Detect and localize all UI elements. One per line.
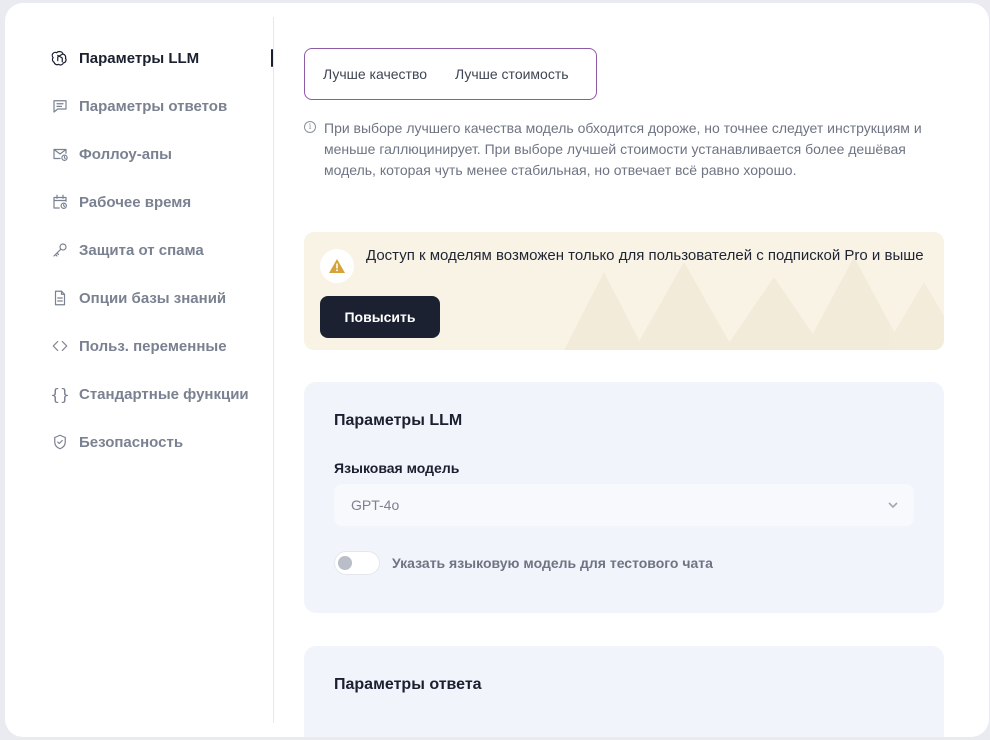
sidebar-item-work-hours[interactable]: Рабочее время	[50, 189, 191, 215]
sidebar-item-label: Параметры LLM	[79, 49, 200, 67]
toggle-label: Указать языковую модель для тестового ча…	[392, 555, 713, 571]
warning-icon	[320, 249, 354, 283]
sidebar-item-llm-params[interactable]: Параметры LLM	[50, 45, 199, 71]
sidebar-item-followups[interactable]: Фоллоу-апы	[50, 141, 172, 167]
pro-subscription-alert: Доступ к моделям возможен только для пол…	[304, 232, 944, 350]
response-params-card: Параметры ответа	[304, 646, 944, 737]
sidebar-item-label: Защита от спама	[79, 241, 204, 259]
model-select[interactable]: GPT-4o	[334, 484, 914, 526]
sidebar-item-custom-variables[interactable]: Польз. переменные	[50, 333, 227, 359]
settings-window: Параметры LLM Параметры ответов Фоллоу-а…	[5, 3, 989, 737]
test-chat-model-row: Указать языковую модель для тестового ча…	[334, 551, 713, 575]
mail-clock-icon	[50, 144, 70, 164]
info-icon: i	[304, 121, 316, 133]
sidebar-item-label: Польз. переменные	[79, 337, 227, 355]
sidebar-item-knowledge-base[interactable]: Опции базы знаний	[50, 285, 226, 311]
test-chat-model-toggle[interactable]	[334, 551, 380, 575]
key-icon	[50, 240, 70, 260]
code-brackets-icon	[50, 336, 70, 356]
sidebar-item-response-params[interactable]: Параметры ответов	[50, 93, 227, 119]
sidebar-item-standard-functions[interactable]: {} Стандартные функции	[50, 381, 249, 407]
sidebar-item-label: Фоллоу-апы	[79, 145, 172, 163]
llm-params-card: Параметры LLM Языковая модель GPT-4o Ука…	[304, 382, 944, 613]
shield-check-icon	[50, 432, 70, 452]
quality-cost-toggle: Лучше качество Лучше стоимость	[304, 48, 597, 100]
model-field-label: Языковая модель	[334, 460, 460, 476]
main-content: Лучше качество Лучше стоимость i При выб…	[304, 3, 944, 737]
sidebar-item-label: Стандартные функции	[79, 385, 249, 403]
model-select-value: GPT-4o	[351, 497, 400, 513]
calendar-clock-icon	[50, 192, 70, 212]
sidebar-item-spam-protection[interactable]: Защита от спама	[50, 237, 204, 263]
curly-braces-icon: {}	[50, 384, 70, 404]
card-title: Параметры ответа	[334, 676, 482, 693]
sidebar-item-label: Опции базы знаний	[79, 289, 227, 307]
sidebar-item-security[interactable]: Безопасность	[50, 429, 183, 455]
hint-text: При выборе лучшего качества модель обход…	[324, 120, 922, 178]
card-title: Параметры LLM	[334, 412, 463, 429]
sidebar-divider	[273, 17, 274, 723]
sidebar-item-label: Параметры ответов	[79, 97, 228, 115]
option-best-quality[interactable]: Лучше качество	[323, 66, 427, 82]
option-best-cost[interactable]: Лучше стоимость	[455, 66, 569, 82]
sidebar-item-label: Безопасность	[79, 433, 184, 451]
alert-text: Доступ к моделям возможен только для пол…	[366, 247, 924, 264]
message-icon	[50, 96, 70, 116]
document-icon	[50, 288, 70, 308]
openai-icon	[50, 48, 70, 68]
upgrade-button[interactable]: Повысить	[320, 296, 440, 338]
sidebar-nav: Параметры LLM Параметры ответов Фоллоу-а…	[5, 3, 273, 737]
quality-hint: i При выборе лучшего качества модель обх…	[304, 118, 944, 181]
chevron-down-icon	[886, 498, 900, 512]
sidebar-item-label: Рабочее время	[79, 193, 192, 211]
toggle-knob	[338, 556, 352, 570]
